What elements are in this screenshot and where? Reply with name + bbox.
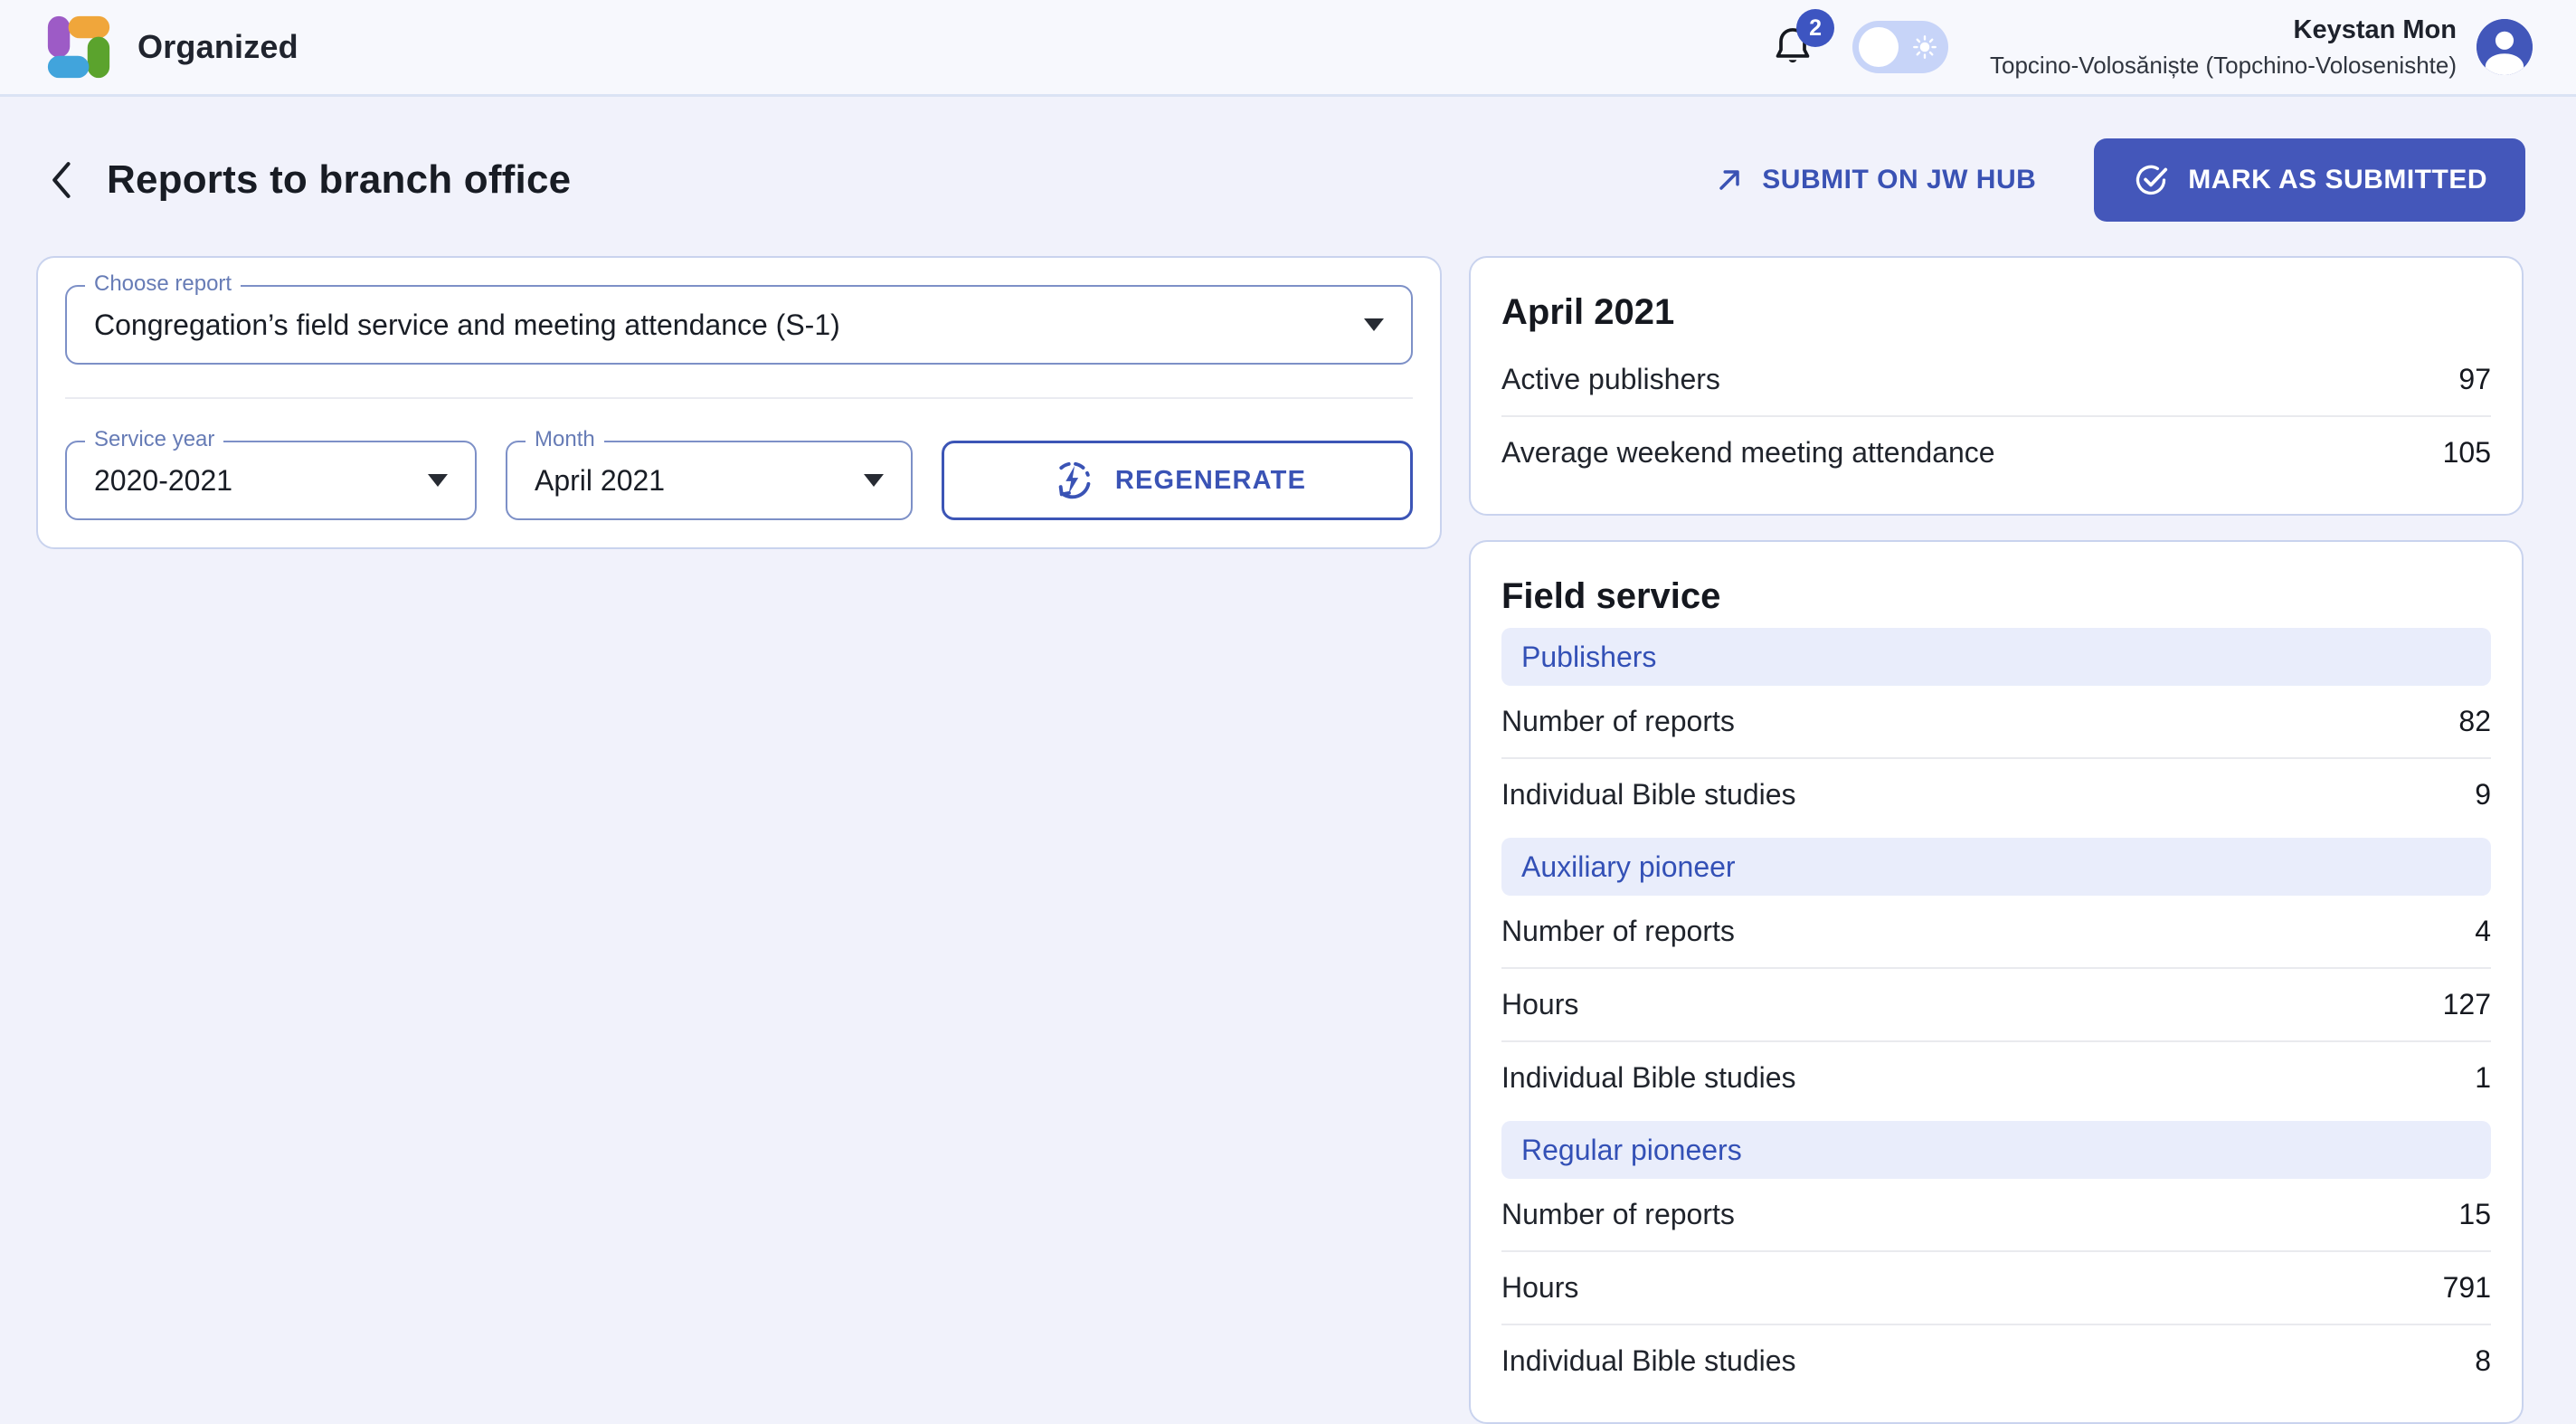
section-rows: Number of reports 4 Hours 127 Individual… [1501, 896, 2491, 1114]
section-rows: Number of reports 15 Hours 791 Individua… [1501, 1179, 2491, 1397]
stat-label: Hours [1501, 1271, 1578, 1305]
stat-row: Average weekend meeting attendance 105 [1501, 415, 2491, 489]
stat-value: 4 [2475, 915, 2491, 948]
section-heading-auxiliary-pioneer: Auxiliary pioneer [1501, 838, 2491, 896]
caret-down-icon [428, 474, 448, 487]
stat-row: Hours 127 [1501, 967, 2491, 1040]
stat-label: Number of reports [1501, 1198, 1735, 1231]
stat-label: Individual Bible studies [1501, 1344, 1796, 1378]
stat-label: Hours [1501, 988, 1578, 1021]
user-congregation: Topcino-Volosăniște (Topchino-Volosenish… [1990, 52, 2457, 80]
report-form-card: Choose report Congregation’s field servi… [36, 256, 1442, 549]
section-heading-label: Publishers [1521, 641, 1656, 674]
report-summary-column: April 2021 Active publishers 97 Average … [1469, 256, 2524, 1424]
app-name: Organized [137, 28, 298, 66]
stat-value: 8 [2475, 1344, 2491, 1378]
top-bar: Organized 2 [0, 0, 2576, 97]
choose-report-value: Congregation’s field service and meeting… [94, 309, 840, 342]
stat-row: Hours 791 [1501, 1250, 2491, 1324]
field-service-card: Field service Publishers Number of repor… [1469, 540, 2524, 1424]
section-heading-label: Auxiliary pioneer [1521, 850, 1736, 884]
regenerate-label: REGENERATE [1115, 466, 1306, 496]
stat-value: 791 [2443, 1271, 2491, 1305]
theme-toggle[interactable] [1852, 21, 1948, 73]
section-heading-regular-pioneers: Regular pioneers [1501, 1121, 2491, 1179]
month-summary-card: April 2021 Active publishers 97 Average … [1469, 256, 2524, 516]
stat-value: 1 [2475, 1061, 2491, 1095]
month-value: April 2021 [535, 464, 665, 498]
form-divider [65, 397, 1413, 399]
refresh-bolt-icon [1048, 457, 1095, 504]
sun-icon [1911, 33, 1938, 61]
page-actions: SUBMIT ON JW HUB MARK AS SUBMITTED [1708, 138, 2525, 222]
stat-label: Individual Bible studies [1501, 1061, 1796, 1095]
stat-row: Individual Bible studies 8 [1501, 1324, 2491, 1397]
field-service-title: Field service [1501, 576, 2491, 617]
stat-value: 127 [2443, 988, 2491, 1021]
service-year-select[interactable]: Service year 2020-2021 [65, 441, 477, 520]
person-icon [2477, 19, 2533, 75]
stat-label: Average weekend meeting attendance [1501, 436, 1995, 470]
month-select[interactable]: Month April 2021 [506, 441, 913, 520]
form-row: Service year 2020-2021 Month April 2021 [65, 441, 1413, 520]
stat-label: Number of reports [1501, 705, 1735, 738]
user-name: Keystan Mon [1990, 15, 2457, 45]
regenerate-button[interactable]: REGENERATE [942, 441, 1413, 520]
stat-row: Individual Bible studies 1 [1501, 1040, 2491, 1114]
check-circle-icon [2132, 161, 2170, 199]
page-content: Choose report Congregation’s field servi… [0, 222, 2576, 1424]
submit-jw-hub-label: SUBMIT ON JW HUB [1762, 165, 2036, 195]
month-summary-title: April 2021 [1501, 292, 2491, 333]
mark-as-submitted-label: MARK AS SUBMITTED [2188, 165, 2487, 195]
user-menu[interactable]: Keystan Mon Topcino-Volosăniște (Topchin… [1990, 15, 2457, 80]
page-header: Reports to branch office SUBMIT ON JW HU… [0, 138, 2576, 222]
choose-report-label: Choose report [85, 271, 241, 297]
choose-report-select[interactable]: Choose report Congregation’s field servi… [65, 285, 1413, 365]
stat-value: 9 [2475, 778, 2491, 812]
stat-row: Individual Bible studies 9 [1501, 757, 2491, 831]
notifications-button[interactable]: 2 [1769, 22, 1816, 72]
stat-row: Active publishers 97 [1501, 344, 2491, 415]
app-root: Organized 2 [0, 0, 2576, 1391]
section-rows: Number of reports 82 Individual Bible st… [1501, 686, 2491, 831]
service-year-label: Service year [85, 427, 223, 452]
stat-value: 105 [2443, 436, 2491, 470]
stat-row: Number of reports 4 [1501, 896, 2491, 967]
notification-count-badge: 2 [1796, 9, 1834, 47]
stat-value: 82 [2458, 705, 2491, 738]
toggle-knob [1859, 27, 1899, 67]
stat-label: Number of reports [1501, 915, 1735, 948]
page-title: Reports to branch office [107, 157, 571, 203]
chevron-left-icon [45, 158, 76, 202]
stat-value: 97 [2458, 363, 2491, 396]
summary-rows: Active publishers 97 Average weekend mee… [1501, 344, 2491, 489]
month-label: Month [526, 427, 604, 452]
stat-row: Number of reports 82 [1501, 686, 2491, 757]
section-heading-publishers: Publishers [1501, 628, 2491, 686]
service-year-value: 2020-2021 [94, 464, 232, 498]
stat-row: Number of reports 15 [1501, 1179, 2491, 1250]
back-button[interactable] [40, 157, 81, 204]
caret-down-icon [864, 474, 884, 487]
submit-jw-hub-button[interactable]: SUBMIT ON JW HUB [1708, 163, 2041, 197]
mark-as-submitted-button[interactable]: MARK AS SUBMITTED [2094, 138, 2525, 222]
stat-value: 15 [2458, 1198, 2491, 1231]
caret-down-icon [1364, 318, 1384, 331]
section-heading-label: Regular pioneers [1521, 1134, 1742, 1167]
arrow-up-right-icon [1713, 164, 1746, 196]
stat-label: Individual Bible studies [1501, 778, 1796, 812]
stat-label: Active publishers [1501, 363, 1720, 396]
user-avatar[interactable] [2477, 19, 2533, 75]
app-brand[interactable]: Organized [43, 12, 298, 82]
organized-logo-icon [43, 12, 114, 82]
